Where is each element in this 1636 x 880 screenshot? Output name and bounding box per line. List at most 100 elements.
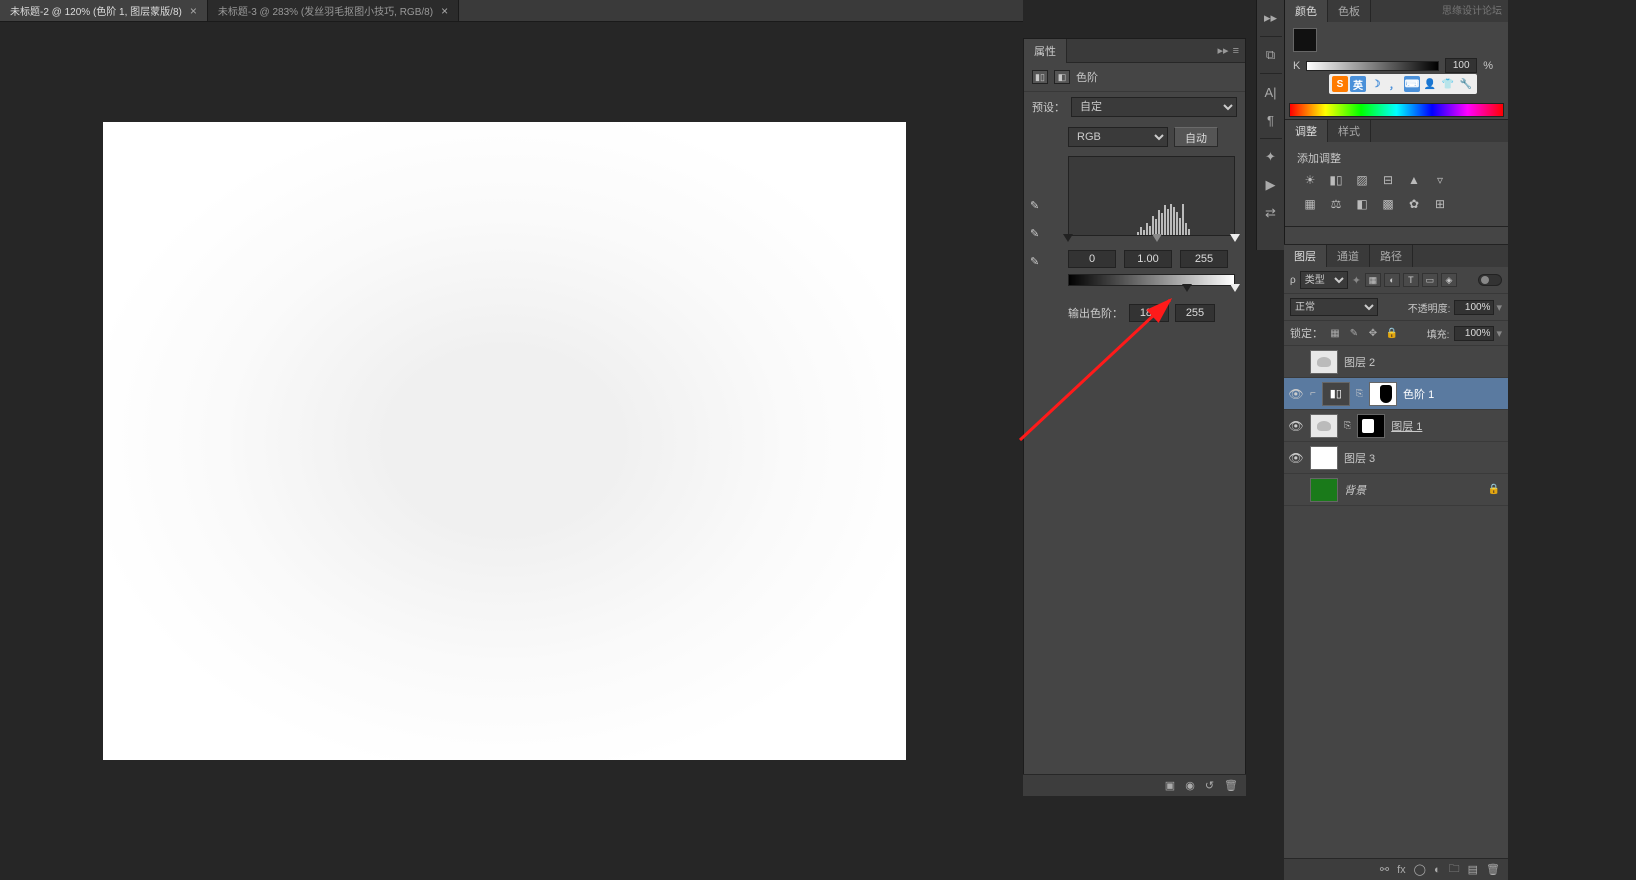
adjustment-add-icon[interactable]: ◐ xyxy=(1434,864,1441,876)
lut-icon[interactable]: ⊞ xyxy=(1431,196,1449,212)
trash-icon[interactable]: 🗑 xyxy=(1224,779,1238,792)
vibrance-icon[interactable]: ▲ xyxy=(1405,172,1423,188)
swatches-tab[interactable]: 色板 xyxy=(1328,0,1371,22)
styles-tab[interactable]: 样式 xyxy=(1328,120,1371,142)
ime-kb-icon[interactable]: ⌨ xyxy=(1404,76,1420,92)
expand-icon[interactable]: ▸▸ xyxy=(1261,8,1281,28)
lock-trans-icon[interactable]: ▦ xyxy=(1328,326,1342,340)
ime-moon-icon[interactable]: ☽ xyxy=(1368,76,1384,92)
ime-toolbar[interactable]: S 英 ☽ ， ⌨ 👤 👕 🔧 xyxy=(1329,74,1477,94)
doc-tab-1[interactable]: 未标题-2 @ 120% (色阶 1, 图层蒙版/8) × xyxy=(0,0,208,21)
fx-icon[interactable]: fx xyxy=(1397,864,1406,876)
filter-toggle[interactable] xyxy=(1478,274,1502,286)
ime-comma-icon[interactable]: ， xyxy=(1386,76,1402,92)
gray-point-handle[interactable] xyxy=(1152,234,1162,242)
color-spectrum[interactable] xyxy=(1289,103,1504,117)
layer-thumb[interactable] xyxy=(1310,478,1338,502)
panel-menu-icon[interactable]: ▸▸ ≡ xyxy=(1212,44,1245,57)
layer-item[interactable]: 背景 🔒 xyxy=(1284,474,1508,506)
black-point-handle[interactable] xyxy=(1063,234,1073,242)
character-icon[interactable]: A| xyxy=(1261,82,1281,102)
mask-thumb[interactable] xyxy=(1357,414,1385,438)
ime-skin-icon[interactable]: 👕 xyxy=(1440,76,1456,92)
input-white-field[interactable] xyxy=(1180,250,1228,268)
layer-item[interactable]: 👁 图层 3 xyxy=(1284,442,1508,474)
output-gradient[interactable] xyxy=(1068,274,1235,286)
input-mid-field[interactable] xyxy=(1124,250,1172,268)
ime-user-icon[interactable]: 👤 xyxy=(1422,76,1438,92)
eyedropper-gray-icon[interactable]: ✎ xyxy=(1030,227,1048,245)
output-slider[interactable] xyxy=(1068,286,1235,296)
ime-s-icon[interactable]: S xyxy=(1332,76,1348,92)
k-value-field[interactable] xyxy=(1445,58,1477,73)
swap-icon[interactable]: ⇄ xyxy=(1261,203,1281,223)
doc-tab-2[interactable]: 未标题-3 @ 283% (发丝羽毛抠图小技巧, RGB/8) × xyxy=(208,0,459,21)
filter-pixel-icon[interactable]: ▦ xyxy=(1365,273,1381,287)
view-icon[interactable]: ◉ xyxy=(1185,779,1195,792)
auto-button[interactable]: 自动 xyxy=(1174,127,1218,147)
input-slider[interactable] xyxy=(1068,236,1235,246)
mask-thumb[interactable] xyxy=(1369,382,1397,406)
clip-icon[interactable]: ▣ xyxy=(1165,779,1175,792)
layer-item[interactable]: 👁 ⌐ ▮▯ ⎘ 色阶 1 xyxy=(1284,378,1508,410)
channel-mixer-icon[interactable]: ✿ xyxy=(1405,196,1423,212)
filter-adjust-icon[interactable]: ◐ xyxy=(1384,273,1400,287)
channel-select[interactable]: RGB xyxy=(1068,127,1168,147)
link-layers-icon[interactable]: ⚯ xyxy=(1380,863,1389,876)
output-white-field[interactable] xyxy=(1175,304,1215,322)
more-icon[interactable]: ▿ xyxy=(1431,172,1449,188)
adjustment-thumb[interactable]: ▮▯ xyxy=(1322,382,1350,406)
lock-all-icon[interactable]: 🔒 xyxy=(1385,326,1399,340)
properties-tab[interactable]: 属性 xyxy=(1024,39,1067,63)
reset-icon[interactable]: ↺ xyxy=(1205,779,1214,792)
output-black-handle[interactable] xyxy=(1182,284,1192,292)
brightness-icon[interactable]: ☀ xyxy=(1301,172,1319,188)
layers-tab[interactable]: 图层 xyxy=(1284,245,1327,267)
levels-preset-icon[interactable]: ▮▯ xyxy=(1327,172,1345,188)
lock-pos-icon[interactable]: ✥ xyxy=(1366,326,1380,340)
layer-item[interactable]: 👁 ⎘ 图层 1 xyxy=(1284,410,1508,442)
exposure-icon[interactable]: ⊟ xyxy=(1379,172,1397,188)
layer-thumb[interactable] xyxy=(1310,350,1338,374)
input-black-field[interactable] xyxy=(1068,250,1116,268)
hue-icon[interactable]: ▦ xyxy=(1301,196,1319,212)
visibility-icon[interactable]: 👁 xyxy=(1288,450,1304,466)
trash-icon[interactable]: 🗑 xyxy=(1486,863,1500,876)
balance-icon[interactable]: ⚖ xyxy=(1327,196,1345,212)
group-icon[interactable]: 🗀 xyxy=(1449,860,1460,879)
color-tab[interactable]: 颜色 xyxy=(1285,0,1328,22)
brush-icon[interactable]: ✦ xyxy=(1261,147,1281,167)
ime-lang-icon[interactable]: 英 xyxy=(1350,76,1366,92)
close-icon[interactable]: × xyxy=(441,4,448,18)
filter-type-icon[interactable]: T xyxy=(1403,273,1419,287)
canvas[interactable] xyxy=(103,122,906,760)
k-slider[interactable] xyxy=(1306,61,1439,71)
lock-paint-icon[interactable]: ✎ xyxy=(1347,326,1361,340)
visibility-icon[interactable] xyxy=(1288,482,1304,498)
opacity-field[interactable] xyxy=(1454,300,1494,315)
mask-add-icon[interactable]: ◯ xyxy=(1414,863,1426,876)
layer-thumb[interactable] xyxy=(1310,446,1338,470)
visibility-icon[interactable] xyxy=(1288,354,1304,370)
eyedropper-white-icon[interactable]: ✎ xyxy=(1030,255,1048,273)
eyedropper-black-icon[interactable]: ✎ xyxy=(1030,199,1048,217)
play-icon[interactable]: ▶ xyxy=(1261,175,1281,195)
photo-filter-icon[interactable]: ▩ xyxy=(1379,196,1397,212)
paragraph-icon[interactable]: ¶ xyxy=(1261,110,1281,130)
close-icon[interactable]: × xyxy=(190,4,197,18)
output-white-handle[interactable] xyxy=(1230,284,1240,292)
foreground-swatch[interactable] xyxy=(1293,28,1317,52)
filter-kind-select[interactable]: 类型 xyxy=(1300,271,1348,289)
channels-tab[interactable]: 通道 xyxy=(1327,245,1370,267)
visibility-icon[interactable]: 👁 xyxy=(1288,418,1304,434)
filter-smart-icon[interactable]: ◈ xyxy=(1441,273,1457,287)
filter-shape-icon[interactable]: ▭ xyxy=(1422,273,1438,287)
new-layer-icon[interactable]: ▤ xyxy=(1468,863,1478,876)
adjustments-tab[interactable]: 调整 xyxy=(1285,120,1328,142)
visibility-icon[interactable]: 👁 xyxy=(1288,386,1304,402)
layer-thumb[interactable] xyxy=(1310,414,1338,438)
ime-tool-icon[interactable]: 🔧 xyxy=(1458,76,1474,92)
white-point-handle[interactable] xyxy=(1230,234,1240,242)
bw-icon[interactable]: ◧ xyxy=(1353,196,1371,212)
curves-icon[interactable]: ▨ xyxy=(1353,172,1371,188)
